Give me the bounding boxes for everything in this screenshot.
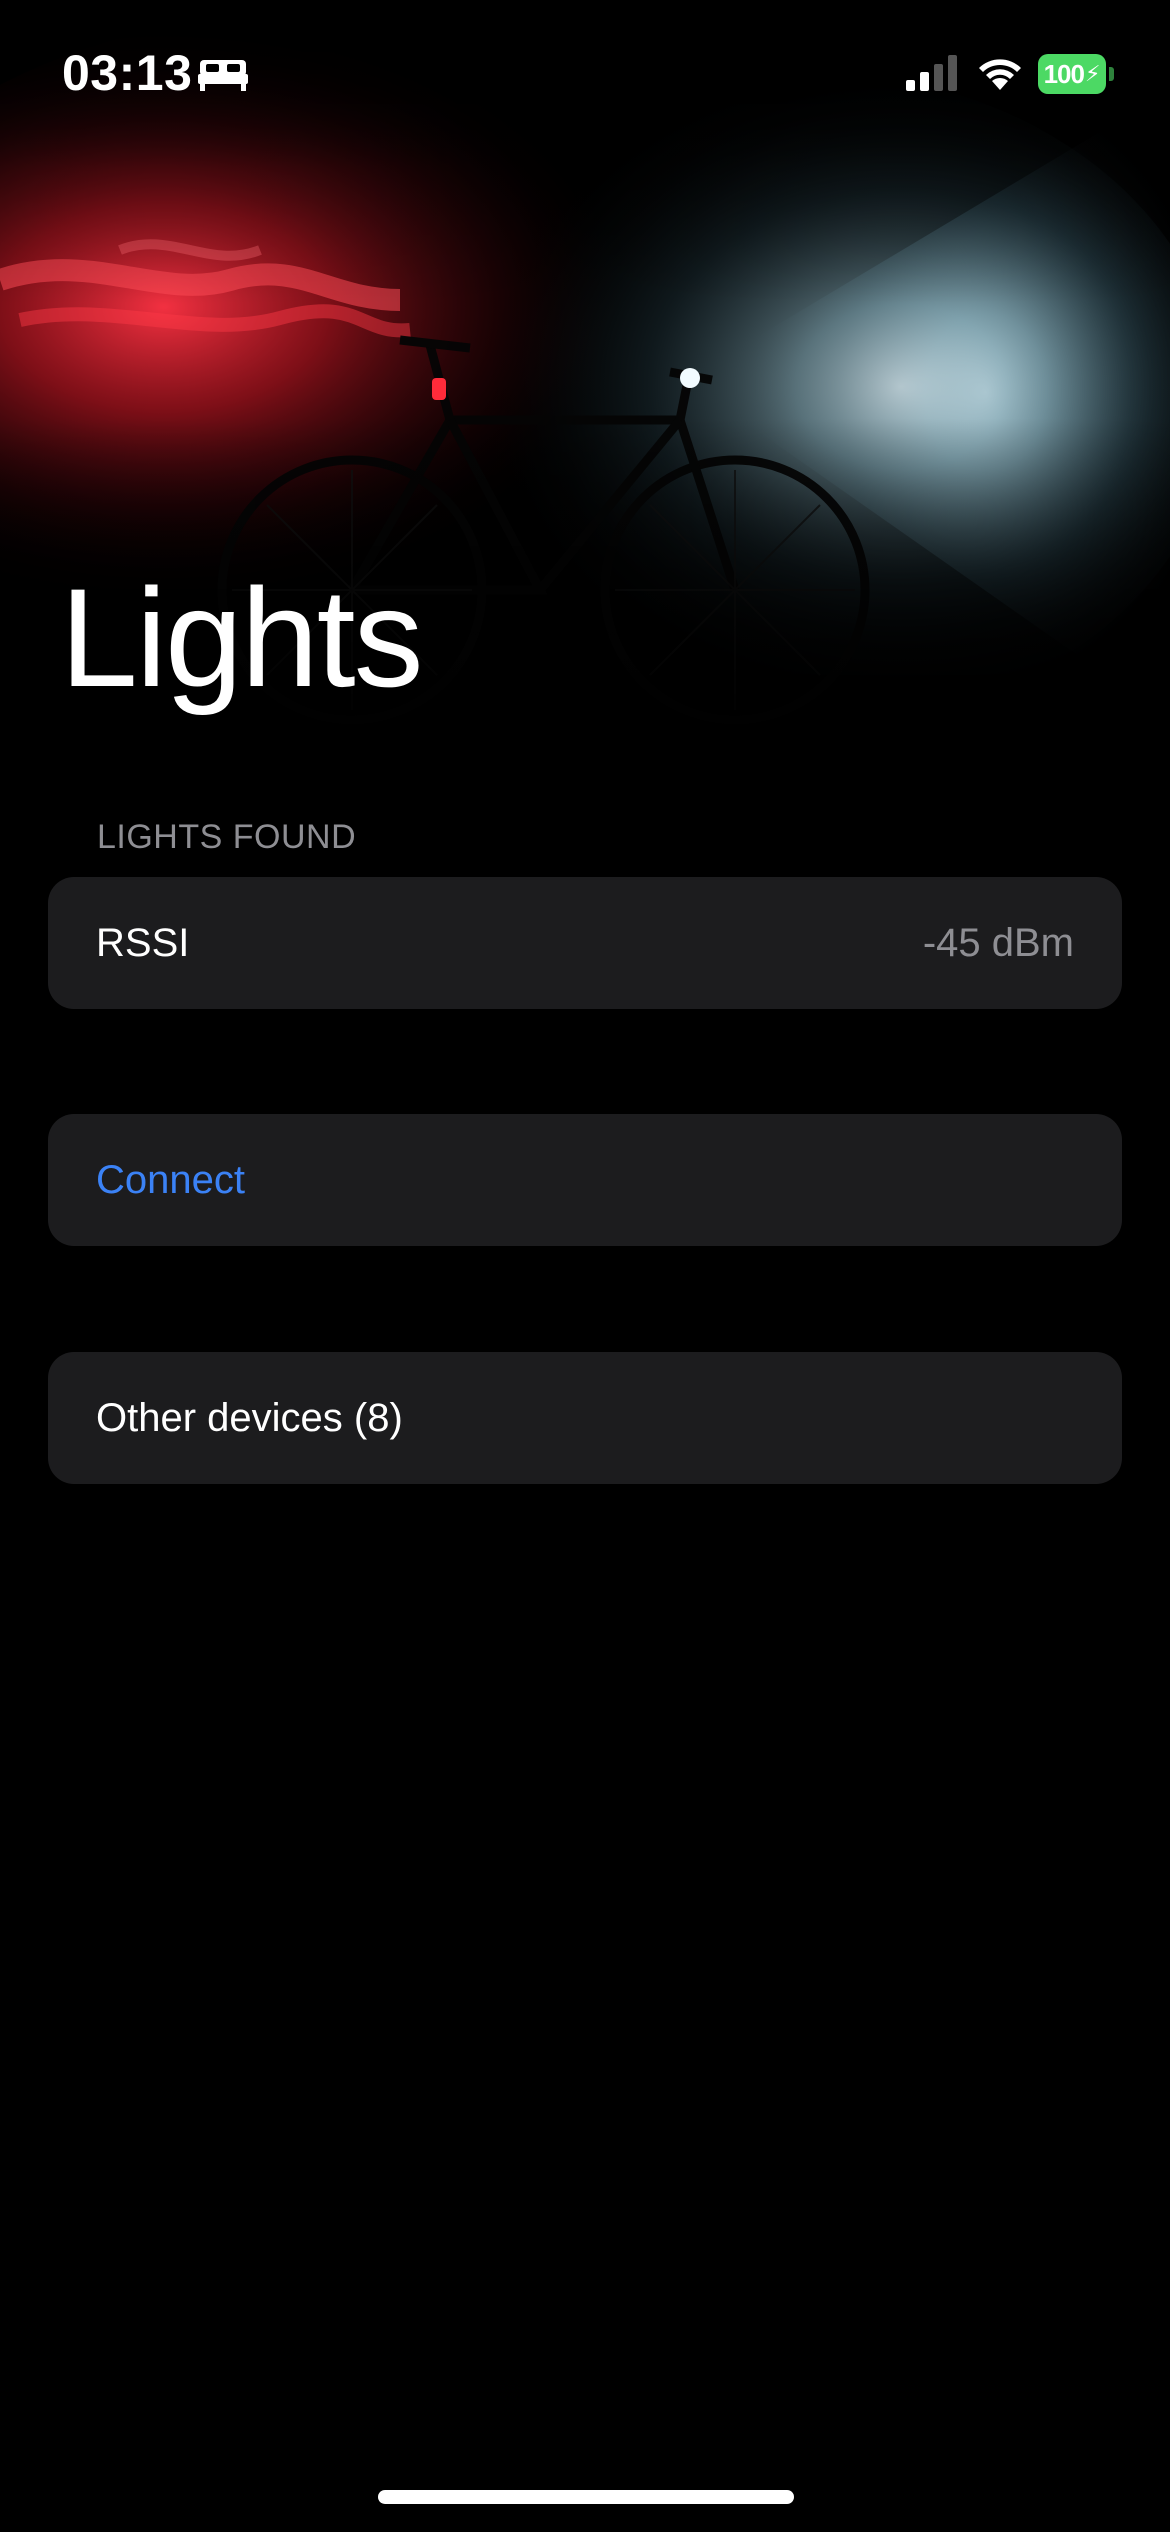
rssi-row: RSSI -45 dBm xyxy=(48,877,1122,1009)
connect-button[interactable]: Connect xyxy=(48,1114,1122,1246)
status-bar: 03:13 100 ⚡ xyxy=(0,0,1170,150)
rssi-label: RSSI xyxy=(96,920,190,965)
battery-indicator: 100 ⚡ xyxy=(1038,54,1114,94)
charging-bolt-icon: ⚡ xyxy=(1084,61,1101,86)
battery-tip xyxy=(1109,67,1114,81)
status-time: 03:13 xyxy=(62,45,193,101)
cellular-signal-icon xyxy=(906,55,957,91)
connect-label: Connect xyxy=(96,1157,245,1202)
rssi-value: -45 dBm xyxy=(922,920,1074,965)
other-devices-label: Other devices (8) xyxy=(96,1395,403,1440)
home-indicator[interactable] xyxy=(378,2490,794,2504)
bed-icon xyxy=(198,60,248,91)
section-header-lights-found: LIGHTS FOUND xyxy=(97,818,357,856)
battery-level: 100 xyxy=(1043,58,1085,89)
battery-icon: 100 ⚡ xyxy=(1038,54,1106,94)
other-devices-row[interactable]: Other devices (8) xyxy=(48,1352,1122,1484)
wifi-icon xyxy=(979,59,1021,90)
page-title: Lights xyxy=(60,559,424,716)
